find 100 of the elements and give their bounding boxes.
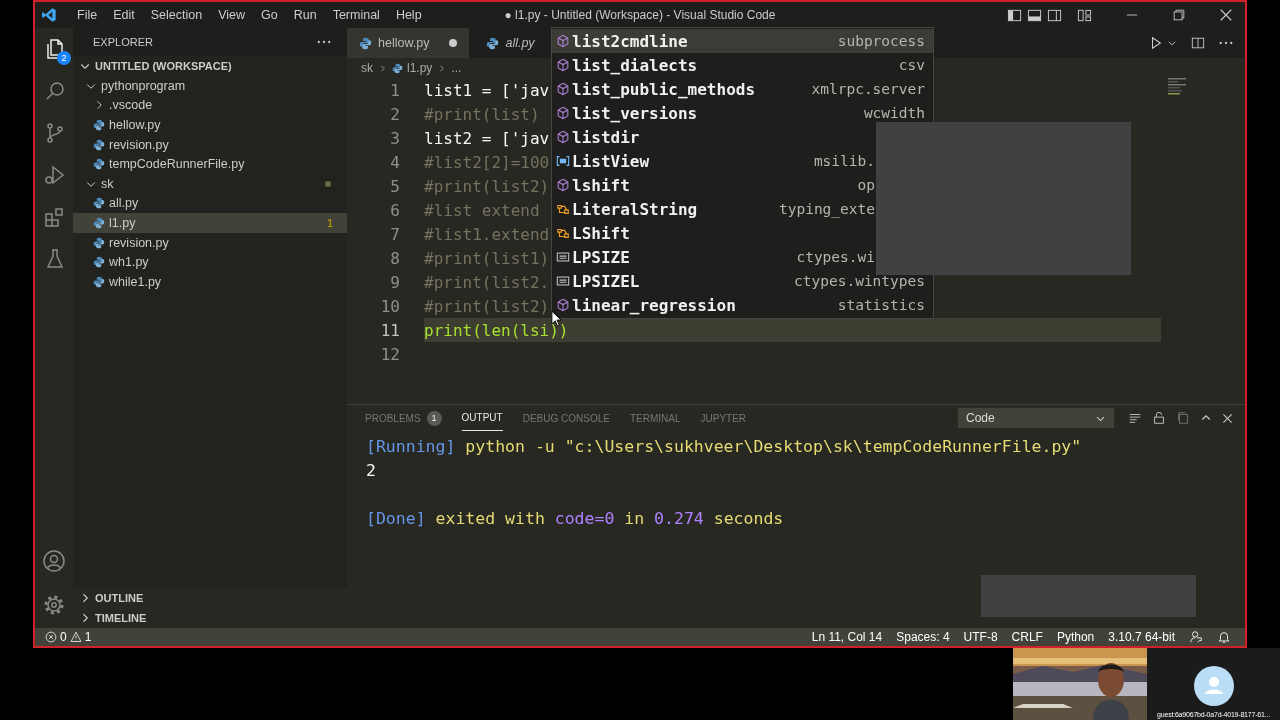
line-number: 2 [389,104,400,124]
tree-item[interactable]: l1.py 1 [73,213,347,233]
tree-item[interactable]: revision.py [73,134,347,155]
file-name: wh1.py [109,255,150,270]
notification-badge: 2 [57,51,71,65]
feedback-icon[interactable] [1189,630,1203,644]
account-icon[interactable] [42,549,66,573]
suggestion-item[interactable]: list_public_methods xmlrpc.server [552,77,933,101]
suggestion-item[interactable]: listdir [552,125,933,149]
line-number: 11 [379,320,400,340]
suggestion-item[interactable]: list_versions wcwidth [552,101,933,125]
breadcrumb-item[interactable]: ... [451,61,462,75]
clear-output-icon[interactable] [1128,411,1142,425]
file-name: revision.py [109,137,170,152]
menu-item[interactable]: Selection [142,8,211,22]
tree-item[interactable]: while1.py [73,271,347,292]
status-item[interactable]: Ln 11, Col 14 [811,630,883,644]
bell-icon[interactable] [1217,630,1231,644]
suggestion-item[interactable]: LPSIZE ctypes.wi [552,245,933,269]
menu-item[interactable]: Terminal [324,8,388,22]
toggle-secondary-sidebar-icon[interactable] [1047,7,1062,23]
tree-item[interactable]: hellow.py [73,115,347,135]
status-item[interactable]: CRLF [1011,630,1043,644]
line-number: 7 [389,224,400,244]
settings-icon[interactable] [42,593,66,617]
customize-layout-icon[interactable] [1077,7,1092,23]
suggestion-item[interactable]: LiteralString typing_exte [552,197,933,221]
restore-icon[interactable] [1172,8,1186,22]
menu-item[interactable]: Go [253,8,286,22]
close-icon[interactable] [1222,412,1233,424]
activity-bar-button[interactable]: 2 [35,28,73,70]
more-actions-icon[interactable] [317,40,331,44]
toggle-sidebar-icon[interactable] [1007,7,1022,23]
section-header[interactable]: TIMELINE [73,608,347,628]
module-symbol-icon [556,298,570,312]
breadcrumb-item[interactable]: sk [361,61,373,75]
status-item[interactable]: Python [1056,630,1095,644]
file-name: revision.py [109,235,170,250]
editor-tab[interactable]: hellow.py [347,28,470,58]
caret-icon[interactable] [1167,38,1177,48]
code-line: list1 = ['jav [424,80,550,100]
file-name: .vscode [109,98,154,113]
module-symbol-icon [556,178,570,192]
panel-tab[interactable]: PROBLEMS 1 [365,405,442,431]
status-item[interactable]: 3.10.7 64-bit [1108,630,1175,644]
tree-item[interactable]: tempCodeRunnerFile.py [73,154,347,174]
toggle-panel-icon[interactable] [1027,7,1042,23]
tree-item[interactable]: pythonprogram [73,76,347,96]
output-channel-dropdown[interactable]: Code [958,408,1114,428]
suggestion-item[interactable]: list_dialects csv [552,53,933,77]
file-name: sk [101,176,115,191]
line-number: 6 [389,200,400,220]
code-line: print(len(lsi)) [424,320,569,340]
error-icon [45,631,57,643]
tree-item[interactable]: .vscode [73,95,347,116]
code-line: #list1.extend [424,224,550,244]
code-line: #print(list2. [424,272,550,292]
tree-item[interactable]: wh1.py [73,252,347,272]
python-file-icon [359,36,372,50]
suggestion-item[interactable]: linear_regression statistics [552,293,933,317]
line-number: 5 [389,176,400,196]
suggestion-item[interactable]: lshift op [552,173,933,197]
status-item[interactable]: Spaces: 4 [896,630,950,644]
menu-item[interactable]: View [210,8,253,22]
copy-icon[interactable] [1176,411,1190,425]
problems-status[interactable]: 0 1 [45,630,92,644]
line-number: 12 [379,344,400,364]
line-number: 1 [389,80,400,100]
workspace-header[interactable]: UNTITLED (WORKSPACE) [73,56,347,76]
window-title: ● l1.py - Untitled (Workspace) - Visual Studio Code [504,8,776,22]
run-icon[interactable] [1149,36,1163,50]
file-name: pythonprogram [101,78,187,93]
code-line: #print(list2) [424,176,550,196]
chevron-icon [378,63,387,73]
more-actions-icon[interactable] [1219,41,1233,45]
menu-item[interactable]: Run [285,8,325,22]
file-name: hellow.py [109,118,162,132]
menu-item[interactable]: Help [387,8,430,22]
line-number: 9 [389,272,400,292]
suggestion-item[interactable]: ListView msilib. [552,149,933,173]
line-number: 10 [379,296,400,316]
tree-item[interactable]: revision.py [73,232,347,253]
suggestion-item[interactable]: list2cmdline subprocess [552,29,933,53]
problem-count-badge: 1 [426,410,442,426]
tree-item[interactable]: all.py [73,193,347,214]
class-symbol-icon [556,226,570,240]
breadcrumb-item[interactable]: l1.py [392,61,433,75]
avatar-icon [1193,666,1234,706]
panel-tab[interactable]: OUTPUT [461,405,503,431]
split-editor-icon[interactable] [1191,36,1205,50]
status-item[interactable]: UTF-8 [963,630,998,644]
menu-item[interactable]: Edit [105,8,143,22]
tree-item[interactable]: sk [73,173,347,194]
section-header[interactable]: OUTLINE [73,588,347,608]
output-line: [Running] python -u "c:\Users\sukhveer\Desktop\sk\tempCodeRunnerFile.py" [366,436,1083,458]
menu-item[interactable]: File [69,8,106,22]
lock-icon[interactable] [1152,411,1166,425]
suggestion-item[interactable]: LShift [552,221,933,245]
suggestion-item[interactable]: LPSIZEL ctypes.wintypes [552,269,933,293]
close-icon[interactable] [1219,8,1233,22]
